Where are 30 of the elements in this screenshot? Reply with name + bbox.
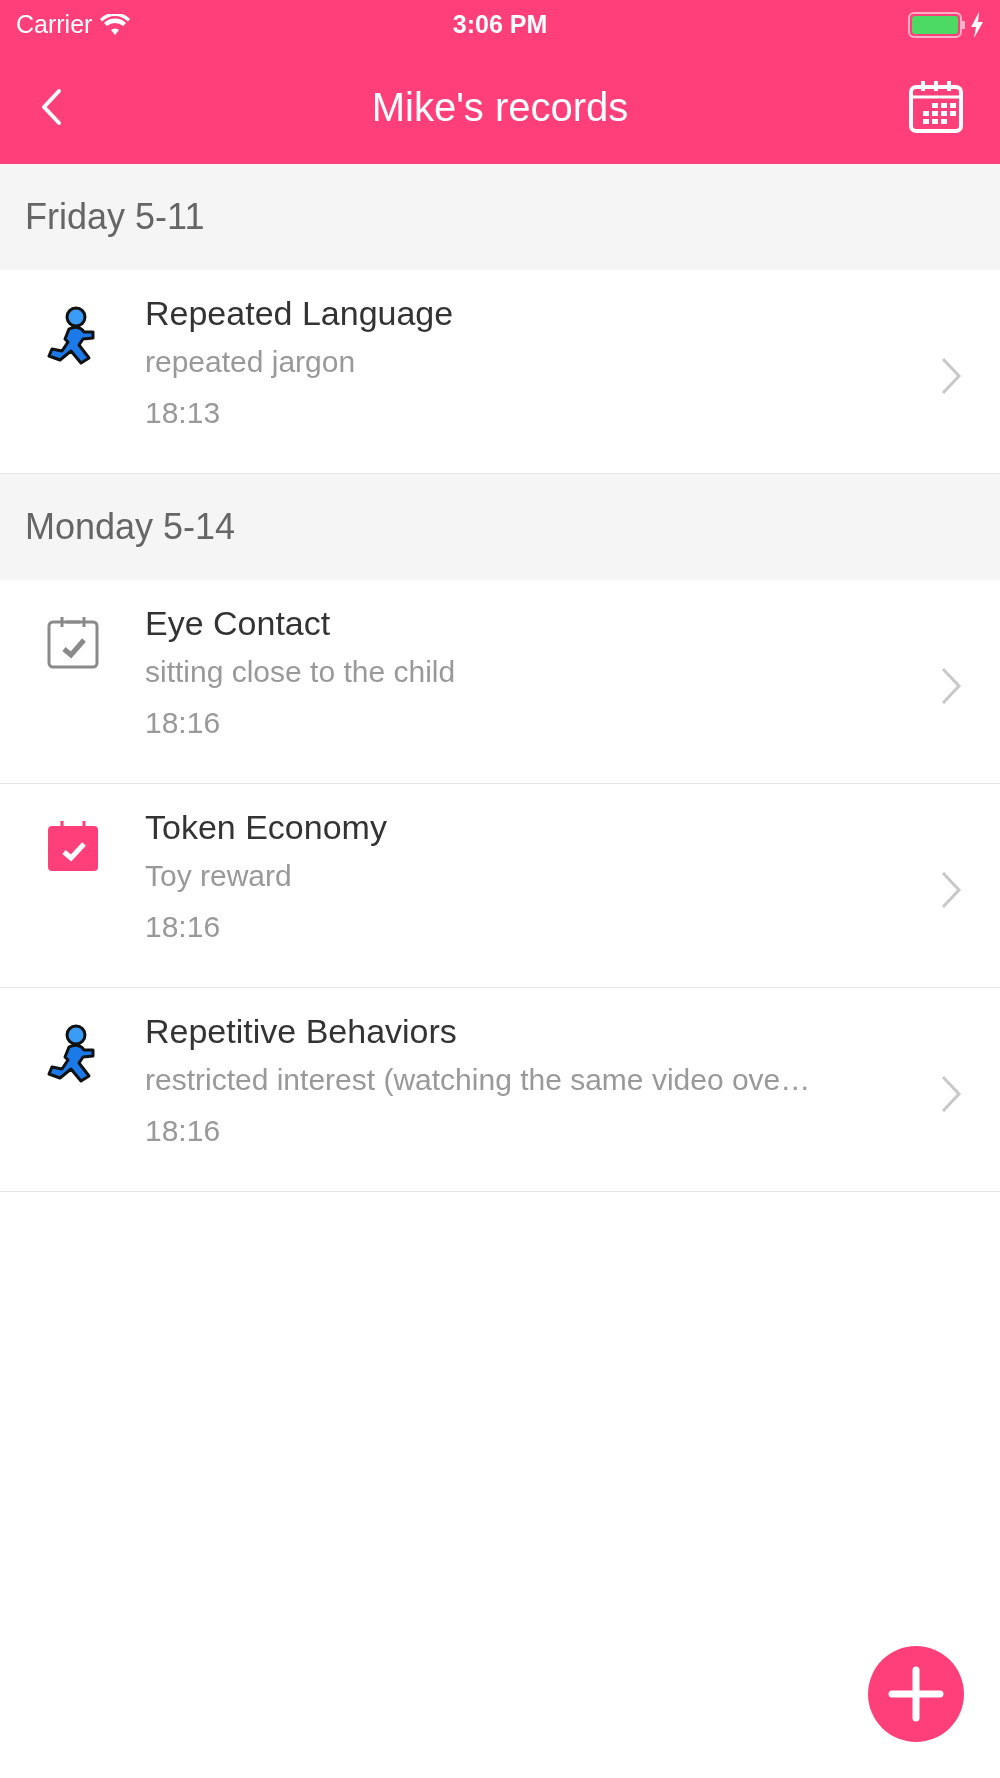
record-title: Token Economy xyxy=(145,807,387,848)
chevron-right-icon xyxy=(940,666,962,706)
carrier-label: Carrier xyxy=(16,9,93,41)
record-title: Eye Contact xyxy=(145,603,332,644)
record-time: 18:16 xyxy=(145,705,222,741)
record-note: restricted interest (watching the same video ove… xyxy=(145,1062,811,1098)
status-time: 3:06 PM xyxy=(452,9,548,41)
calendar-button[interactable] xyxy=(908,79,964,135)
record-note: Toy reward xyxy=(145,858,293,894)
chevron-right-icon xyxy=(940,870,962,910)
record-time: 18:13 xyxy=(145,395,222,431)
calendar-check-icon xyxy=(45,616,100,670)
date-header: Friday 5-11 xyxy=(25,195,205,239)
wifi-icon xyxy=(100,14,131,36)
chevron-right-icon xyxy=(940,1074,962,1114)
chevron-right-icon xyxy=(940,356,962,396)
record-title: Repetitive Behaviors xyxy=(145,1011,458,1052)
battery-icon xyxy=(908,12,966,38)
record-note: sitting close to the child xyxy=(145,654,456,690)
record-time: 18:16 xyxy=(145,909,222,945)
screen-title: Mike's records xyxy=(371,84,629,131)
record-note: repeated jargon xyxy=(145,344,357,380)
plus-icon xyxy=(888,1666,944,1722)
back-chevron-icon xyxy=(40,88,62,126)
charging-icon xyxy=(970,12,984,38)
calendar-check-icon xyxy=(45,820,100,872)
calendar-icon xyxy=(908,79,964,135)
date-header: Monday 5-14 xyxy=(25,505,236,549)
record-title: Repeated Language xyxy=(145,293,454,334)
record-time: 18:16 xyxy=(145,1113,222,1149)
